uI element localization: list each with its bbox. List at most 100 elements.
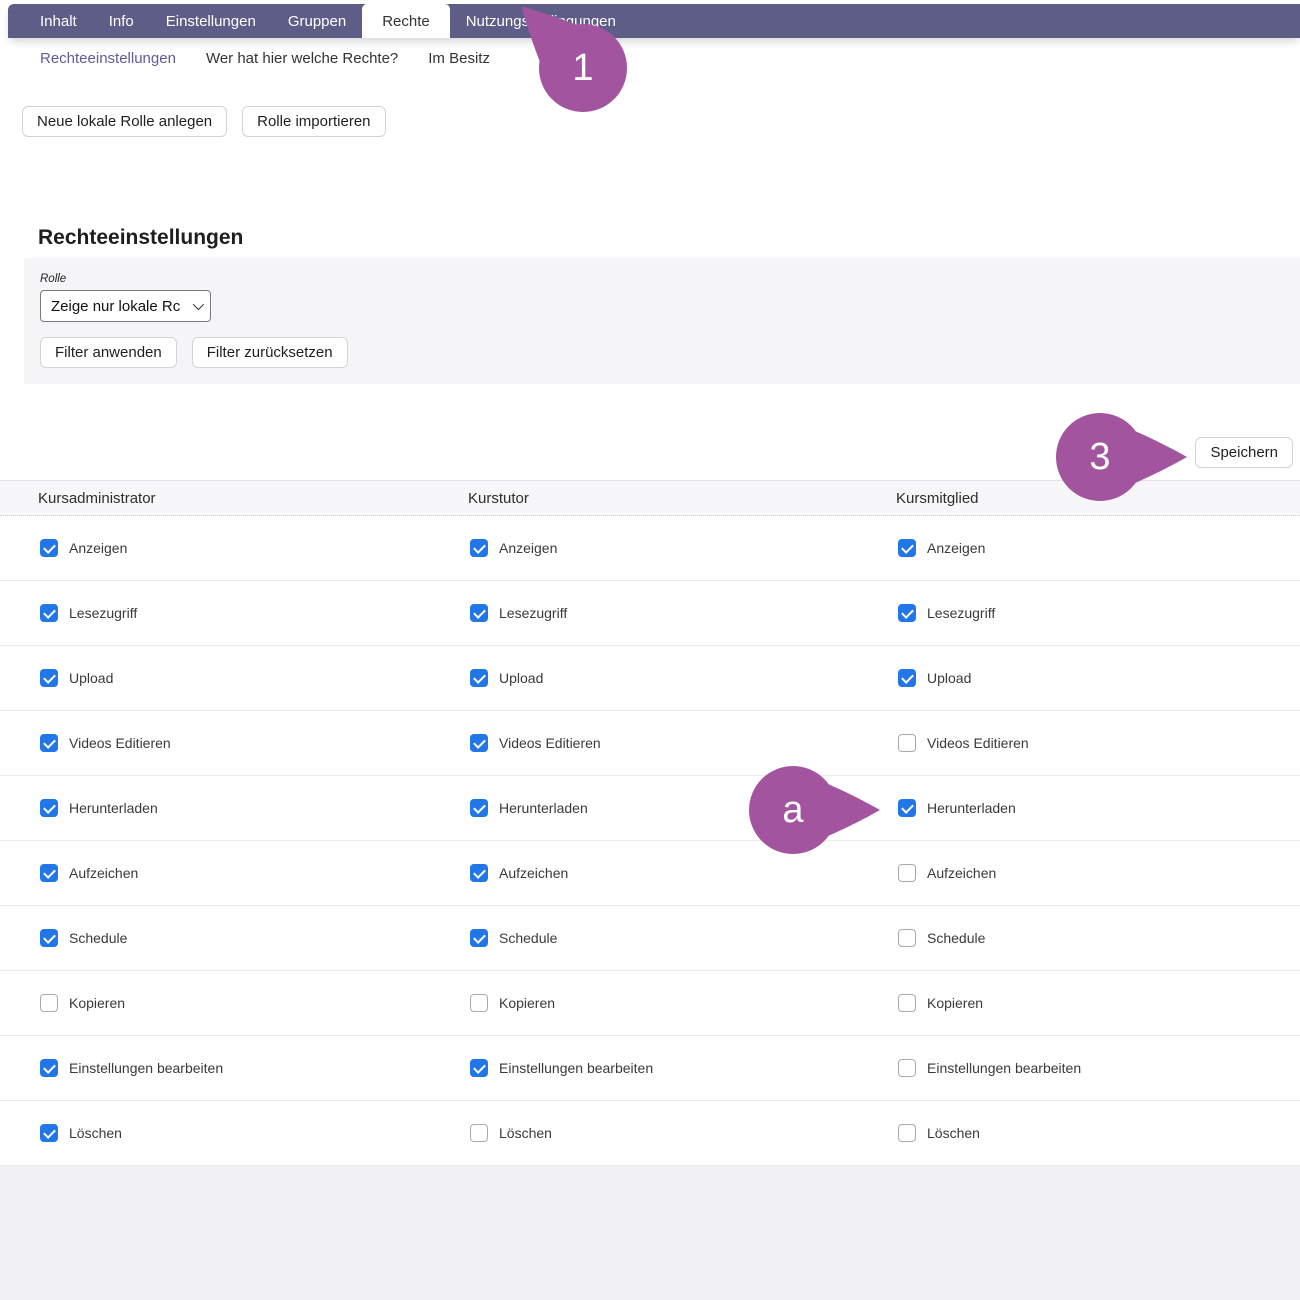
kursmitglied-schedule-checkbox[interactable] bbox=[898, 929, 916, 947]
cell-kursadministrator-kopieren: Kopieren bbox=[0, 994, 430, 1012]
role-select-value: Zeige nur lokale Rc bbox=[51, 298, 180, 315]
annotation-balloon-1-label: 1 bbox=[538, 23, 628, 113]
cell-kurstutor-schedule: Schedule bbox=[430, 929, 858, 947]
kurstutor-einstellungen-bearbeiten-checkbox[interactable] bbox=[470, 1059, 488, 1077]
permission-label: Videos Editieren bbox=[499, 735, 601, 751]
cell-kursadministrator-einstellungen-bearbeiten: Einstellungen bearbeiten bbox=[0, 1059, 430, 1077]
permission-label: Herunterladen bbox=[499, 800, 588, 816]
cell-kurstutor-kopieren: Kopieren bbox=[430, 994, 858, 1012]
permission-row-einstellungen-bearbeiten: Einstellungen bearbeitenEinstellungen be… bbox=[0, 1036, 1300, 1101]
kurstutor-herunterladen-checkbox[interactable] bbox=[470, 799, 488, 817]
kursmitglied-einstellungen-bearbeiten-checkbox[interactable] bbox=[898, 1059, 916, 1077]
kursadministrator-herunterladen-checkbox[interactable] bbox=[40, 799, 58, 817]
kursmitglied-videos-editieren-checkbox[interactable] bbox=[898, 734, 916, 752]
cell-kurstutor-einstellungen-bearbeiten: Einstellungen bearbeiten bbox=[430, 1059, 858, 1077]
permission-row-upload: Upload Upload Upload bbox=[0, 646, 1300, 711]
reset-filter-button[interactable]: Filter zurücksetzen bbox=[192, 337, 348, 368]
filter-buttons: Filter anwenden Filter zurücksetzen bbox=[40, 337, 1284, 368]
kursmitglied-upload-checkbox[interactable] bbox=[898, 669, 916, 687]
cell-kursadministrator-videos-editieren: Videos Editieren bbox=[0, 734, 430, 752]
tab-gruppen[interactable]: Gruppen bbox=[272, 4, 362, 38]
kursmitglied-herunterladen-checkbox[interactable] bbox=[898, 799, 916, 817]
role-toolbar: Neue lokale Rolle anlegen Rolle importie… bbox=[22, 106, 386, 137]
kursmitglied-anzeigen-checkbox[interactable] bbox=[898, 539, 916, 557]
permission-label: Upload bbox=[499, 670, 543, 686]
permission-label: Löschen bbox=[69, 1125, 122, 1141]
cell-kursadministrator-schedule: Schedule bbox=[0, 929, 430, 947]
kurstutor-lesezugriff-checkbox[interactable] bbox=[470, 604, 488, 622]
tab-einstellungen[interactable]: Einstellungen bbox=[150, 4, 272, 38]
cell-kurstutor-videos-editieren: Videos Editieren bbox=[430, 734, 858, 752]
cell-kursadministrator-l-schen: Löschen bbox=[0, 1124, 430, 1142]
permission-label: Kopieren bbox=[69, 995, 125, 1011]
kurstutor-anzeigen-checkbox[interactable] bbox=[470, 539, 488, 557]
permission-label: Schedule bbox=[927, 930, 985, 946]
kursmitglied-kopieren-checkbox[interactable] bbox=[898, 994, 916, 1012]
kurstutor-kopieren-checkbox[interactable] bbox=[470, 994, 488, 1012]
permission-label: Kopieren bbox=[499, 995, 555, 1011]
permission-label: Lesezugriff bbox=[69, 605, 137, 621]
kurstutor-videos-editieren-checkbox[interactable] bbox=[470, 734, 488, 752]
cell-kursmitglied-aufzeichen: Aufzeichen bbox=[858, 864, 1300, 882]
kurstutor-schedule-checkbox[interactable] bbox=[470, 929, 488, 947]
kursadministrator-videos-editieren-checkbox[interactable] bbox=[40, 734, 58, 752]
kursadministrator-lesezugriff-checkbox[interactable] bbox=[40, 604, 58, 622]
cell-kursadministrator-herunterladen: Herunterladen bbox=[0, 799, 430, 817]
permission-label: Schedule bbox=[69, 930, 127, 946]
cell-kurstutor-lesezugriff: Lesezugriff bbox=[430, 604, 858, 622]
permission-label: Einstellungen bearbeiten bbox=[69, 1060, 223, 1076]
kursadministrator-einstellungen-bearbeiten-checkbox[interactable] bbox=[40, 1059, 58, 1077]
permission-label: Upload bbox=[69, 670, 113, 686]
kurstutor-upload-checkbox[interactable] bbox=[470, 669, 488, 687]
permission-label: Videos Editieren bbox=[927, 735, 1029, 751]
permission-label: Videos Editieren bbox=[69, 735, 171, 751]
cell-kurstutor-anzeigen: Anzeigen bbox=[430, 539, 858, 557]
kursadministrator-kopieren-checkbox[interactable] bbox=[40, 994, 58, 1012]
page-title: Rechteeinstellungen bbox=[38, 226, 243, 250]
import-role-button[interactable]: Rolle importieren bbox=[242, 106, 385, 137]
annotation-balloon-a: a bbox=[748, 765, 883, 855]
permission-label: Löschen bbox=[499, 1125, 552, 1141]
kursmitglied-lesezugriff-checkbox[interactable] bbox=[898, 604, 916, 622]
permission-label: Anzeigen bbox=[69, 540, 127, 556]
cell-kursadministrator-lesezugriff: Lesezugriff bbox=[0, 604, 430, 622]
permission-label: Aufzeichen bbox=[927, 865, 996, 881]
apply-filter-button[interactable]: Filter anwenden bbox=[40, 337, 177, 368]
new-local-role-button[interactable]: Neue lokale Rolle anlegen bbox=[22, 106, 227, 137]
cell-kursmitglied-lesezugriff: Lesezugriff bbox=[858, 604, 1300, 622]
role-select[interactable]: Zeige nur lokale Rc bbox=[40, 290, 211, 322]
subnav-wer-hat-rechte[interactable]: Wer hat hier welche Rechte? bbox=[206, 50, 398, 67]
kurstutor-aufzeichen-checkbox[interactable] bbox=[470, 864, 488, 882]
tab-rechte[interactable]: Rechte bbox=[362, 4, 450, 38]
kursadministrator-upload-checkbox[interactable] bbox=[40, 669, 58, 687]
kursmitglied-aufzeichen-checkbox[interactable] bbox=[898, 864, 916, 882]
permission-label: Upload bbox=[927, 670, 971, 686]
subnav-im-besitz[interactable]: Im Besitz bbox=[428, 50, 490, 67]
annotation-balloon-a-label: a bbox=[748, 765, 838, 855]
cell-kursmitglied-herunterladen: Herunterladen bbox=[858, 799, 1300, 817]
cell-kursmitglied-anzeigen: Anzeigen bbox=[858, 539, 1300, 557]
kurstutor-l-schen-checkbox[interactable] bbox=[470, 1124, 488, 1142]
cell-kurstutor-aufzeichen: Aufzeichen bbox=[430, 864, 858, 882]
permission-label: Lesezugriff bbox=[927, 605, 995, 621]
permissions-table: KursadministratorKurstutorKursmitglied A… bbox=[0, 480, 1300, 1166]
cell-kursadministrator-aufzeichen: Aufzeichen bbox=[0, 864, 430, 882]
kursmitglied-l-schen-checkbox[interactable] bbox=[898, 1124, 916, 1142]
column-header-kurstutor: Kurstutor bbox=[430, 490, 858, 507]
permission-label: Anzeigen bbox=[927, 540, 985, 556]
tab-inhalt[interactable]: Inhalt bbox=[24, 4, 93, 38]
annotation-balloon-1: 1 bbox=[538, 23, 673, 113]
permission-row-kopieren: KopierenKopierenKopieren bbox=[0, 971, 1300, 1036]
kursadministrator-schedule-checkbox[interactable] bbox=[40, 929, 58, 947]
tab-info[interactable]: Info bbox=[93, 4, 150, 38]
kursadministrator-aufzeichen-checkbox[interactable] bbox=[40, 864, 58, 882]
save-button[interactable]: Speichern bbox=[1195, 437, 1293, 468]
filter-panel: Rolle Zeige nur lokale Rc Filter anwende… bbox=[24, 258, 1300, 384]
kursadministrator-anzeigen-checkbox[interactable] bbox=[40, 539, 58, 557]
permission-label: Aufzeichen bbox=[69, 865, 138, 881]
subnav-rechteeinstellungen[interactable]: Rechteeinstellungen bbox=[40, 50, 176, 67]
permission-label: Aufzeichen bbox=[499, 865, 568, 881]
annotation-balloon-3: 3 bbox=[1055, 412, 1190, 502]
cell-kursmitglied-einstellungen-bearbeiten: Einstellungen bearbeiten bbox=[858, 1059, 1300, 1077]
kursadministrator-l-schen-checkbox[interactable] bbox=[40, 1124, 58, 1142]
